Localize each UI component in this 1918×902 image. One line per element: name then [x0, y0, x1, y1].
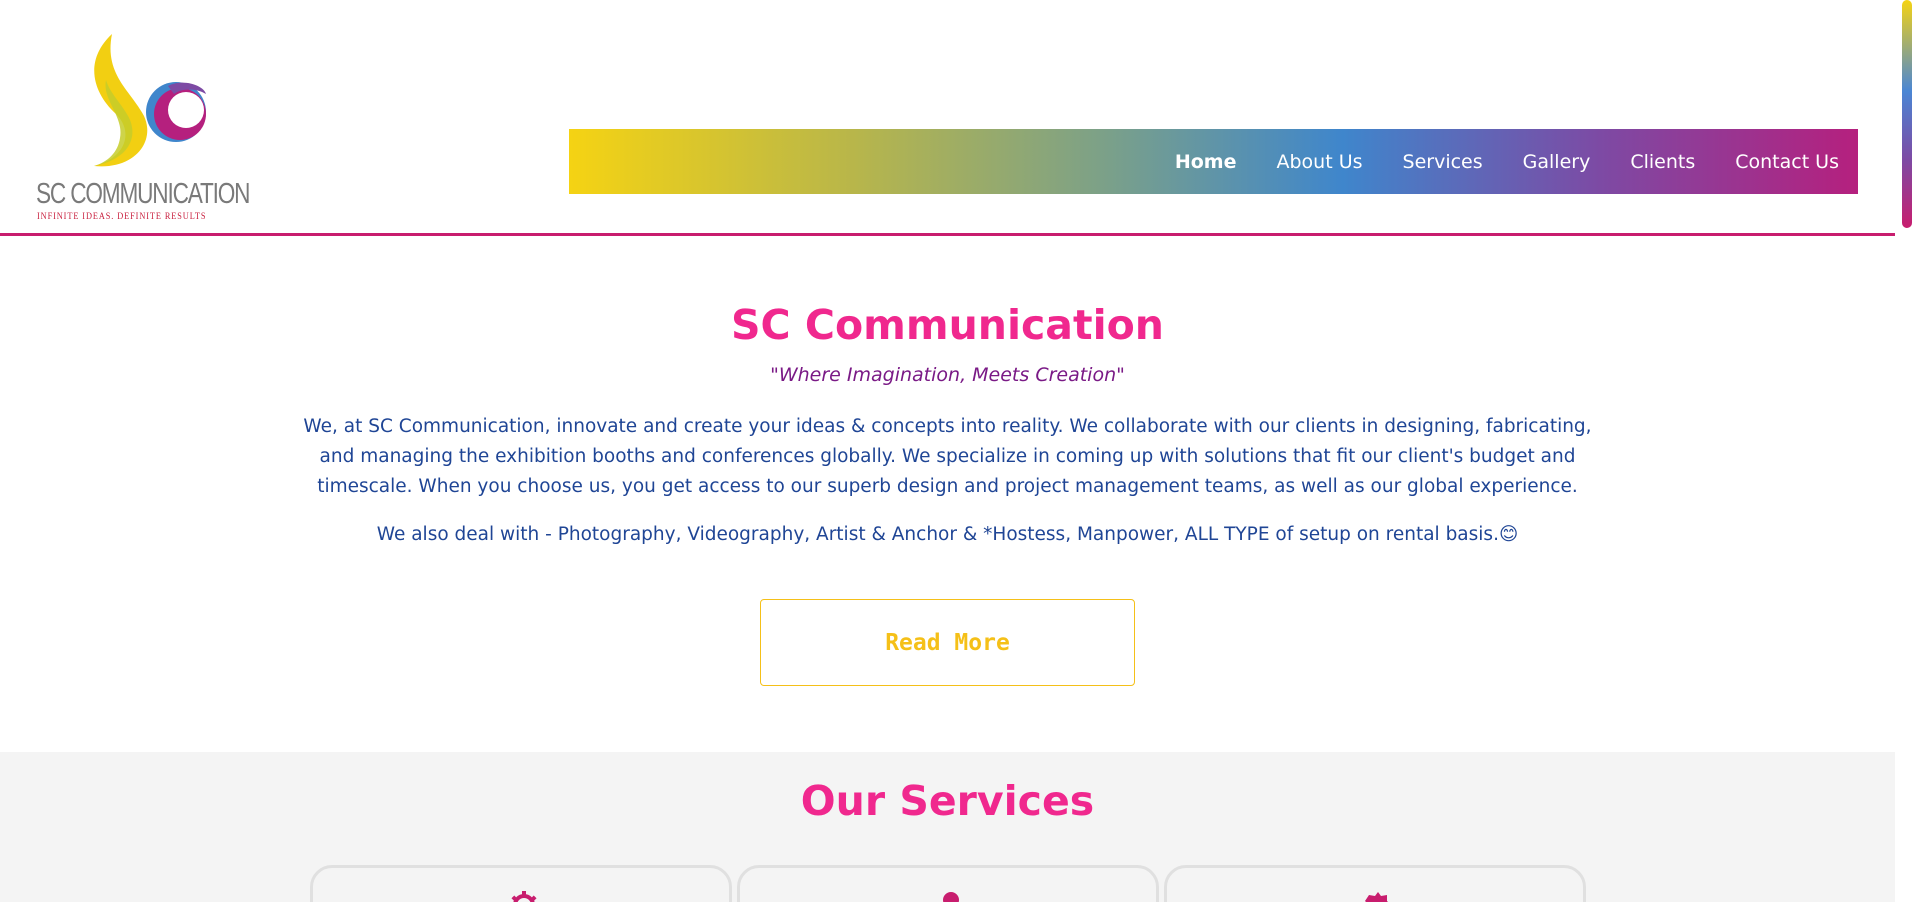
logo-title: SC COMMUNICATION [36, 178, 251, 210]
company-tagline: "Where Imagination, Meets Creation" [770, 364, 1125, 386]
services-section: Our Services [0, 752, 1895, 902]
logo-tagline: INFINITE IDEAS. DEFINITE RESULTS [37, 211, 207, 221]
nav-clients[interactable]: Clients [1630, 151, 1695, 173]
main-nav: Home About Us Services Gallery Clients C… [569, 129, 1858, 194]
service-card[interactable] [310, 865, 732, 902]
nav-about-us[interactable]: About Us [1276, 151, 1362, 173]
logo-mark-icon [94, 34, 206, 167]
read-more-button[interactable]: Read More [760, 599, 1135, 686]
badge-icon [1365, 892, 1388, 902]
scrollbar[interactable] [1902, 0, 1912, 228]
nav-contact-us[interactable]: Contact Us [1735, 151, 1839, 173]
company-description: We, at SC Communication, innovate and cr… [303, 416, 1592, 497]
service-card[interactable] [737, 865, 1159, 902]
nav-gallery[interactable]: Gallery [1523, 151, 1591, 173]
logo[interactable]: SC COMMUNICATION INFINITE IDEAS. DEFINIT… [34, 30, 251, 226]
user-icon [943, 892, 959, 902]
nav-home[interactable]: Home [1175, 151, 1237, 173]
site-header: SC COMMUNICATION INFINITE IDEAS. DEFINIT… [0, 0, 1895, 236]
services-summary: We also deal with - Photography, Videogr… [376, 524, 1519, 545]
gear-icon [511, 891, 537, 902]
page-title: SC Communication [730, 301, 1164, 349]
services-title: Our Services [800, 777, 1095, 825]
service-card[interactable] [1164, 865, 1586, 902]
nav-services[interactable]: Services [1403, 151, 1483, 173]
